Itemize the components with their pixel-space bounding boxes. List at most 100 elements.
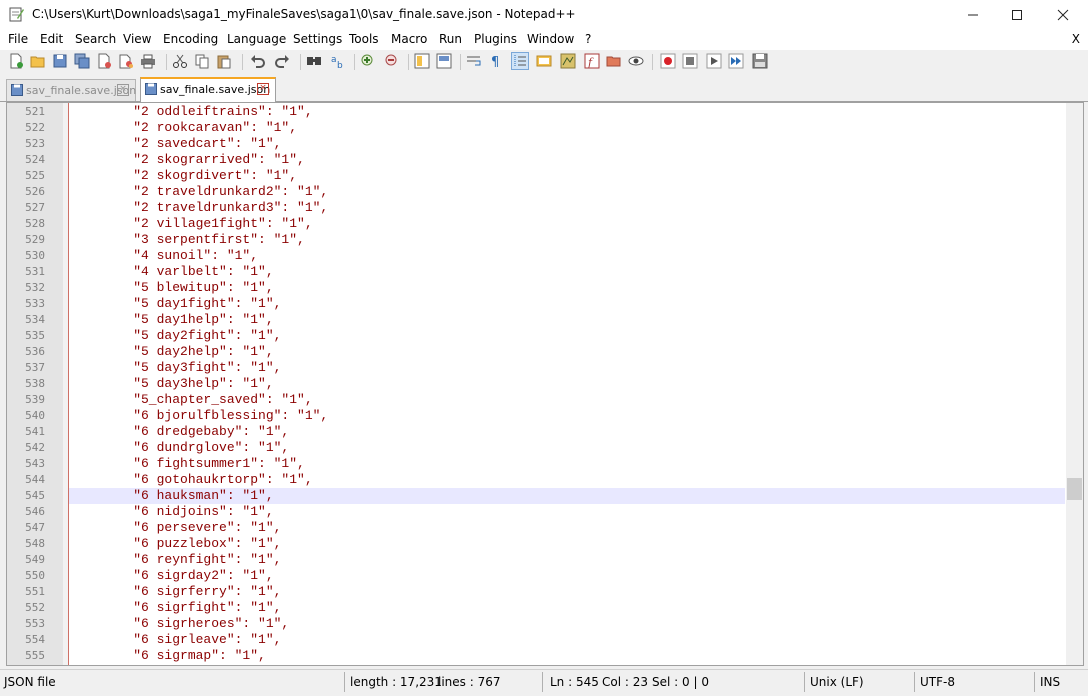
close-window-button[interactable] bbox=[1040, 0, 1086, 30]
code-line[interactable]: "6 nidjoins": "1", bbox=[69, 504, 1065, 520]
menu-tools[interactable]: Tools bbox=[349, 32, 379, 46]
folder-as-workspace-icon[interactable] bbox=[606, 53, 622, 69]
sync-horizontal-icon[interactable] bbox=[436, 53, 452, 69]
menu-window[interactable]: Window bbox=[527, 32, 574, 46]
code-line[interactable]: "6 reynfight": "1", bbox=[69, 552, 1065, 568]
code-line[interactable]: "3 serpentfirst": "1", bbox=[69, 232, 1065, 248]
code-line[interactable]: "6 sigrmap": "1", bbox=[69, 648, 1065, 664]
code-line[interactable]: "5 day2fight": "1", bbox=[69, 328, 1065, 344]
code-line[interactable]: "5 day2help": "1", bbox=[69, 344, 1065, 360]
menu-search[interactable]: Search bbox=[75, 32, 116, 46]
line-number: 527 bbox=[25, 201, 45, 214]
code-line[interactable]: "6 puzzlebox": "1", bbox=[69, 536, 1065, 552]
close-document-x[interactable]: X bbox=[1072, 32, 1080, 46]
tab-file-2-active[interactable]: sav_finale.save.json × bbox=[140, 77, 276, 103]
menu-plugins[interactable]: Plugins bbox=[474, 32, 517, 46]
code-line[interactable]: "2 rookcaravan": "1", bbox=[69, 120, 1065, 136]
code-line[interactable]: "5 day1help": "1", bbox=[69, 312, 1065, 328]
menu-settings[interactable]: Settings bbox=[293, 32, 342, 46]
code-line[interactable]: "2 skograrrived": "1", bbox=[69, 152, 1065, 168]
menu-edit[interactable]: Edit bbox=[40, 32, 63, 46]
zoom-in-icon[interactable] bbox=[360, 53, 376, 69]
code-line[interactable]: "6 sigrferry": "1", bbox=[69, 584, 1065, 600]
open-file-icon[interactable] bbox=[30, 53, 46, 69]
code-line[interactable]: "6 fightsummer1": "1", bbox=[69, 456, 1065, 472]
code-line[interactable]: "4 varlbelt": "1", bbox=[69, 264, 1065, 280]
line-number: 534 bbox=[25, 313, 45, 326]
cut-icon[interactable] bbox=[172, 53, 188, 69]
status-eol[interactable]: Unix (LF) bbox=[810, 675, 864, 689]
status-insert-mode[interactable]: INS bbox=[1040, 675, 1060, 689]
new-file-icon[interactable] bbox=[8, 53, 24, 69]
copy-icon[interactable] bbox=[194, 53, 210, 69]
menu-file[interactable]: File bbox=[8, 32, 28, 46]
maximize-button[interactable] bbox=[994, 0, 1040, 30]
code-line[interactable]: "2 traveldrunkard2": "1", bbox=[69, 184, 1065, 200]
code-line[interactable]: "5_chapter_saved": "1", bbox=[69, 392, 1065, 408]
menu-encoding[interactable]: Encoding bbox=[163, 32, 218, 46]
scroll-thumb[interactable] bbox=[1067, 478, 1082, 500]
code-text: "3 serpentfirst": "1", bbox=[102, 232, 305, 247]
code-line[interactable]: "5 day1fight": "1", bbox=[69, 296, 1065, 312]
line-number: 525 bbox=[25, 169, 45, 182]
menu-run[interactable]: Run bbox=[439, 32, 462, 46]
document-map-icon[interactable] bbox=[560, 53, 576, 69]
zoom-out-icon[interactable] bbox=[384, 53, 400, 69]
code-line[interactable]: "2 skogrdivert": "1", bbox=[69, 168, 1065, 184]
line-number: 535 bbox=[25, 329, 45, 342]
save-all-icon[interactable] bbox=[74, 53, 90, 69]
current-code-line[interactable]: "6 hauksman": "1", bbox=[69, 488, 1065, 504]
print-icon[interactable] bbox=[140, 53, 156, 69]
word-wrap-icon[interactable] bbox=[466, 53, 482, 69]
code-line[interactable]: "6 gotohaukrtorp": "1", bbox=[69, 472, 1065, 488]
function-list-icon[interactable]: f bbox=[584, 53, 600, 69]
vertical-scrollbar[interactable] bbox=[1066, 103, 1083, 665]
menu-macro[interactable]: Macro bbox=[391, 32, 427, 46]
minimize-button[interactable] bbox=[950, 0, 996, 30]
play-macro-icon[interactable] bbox=[706, 53, 722, 69]
indent-guide-icon[interactable] bbox=[511, 52, 529, 70]
paste-icon[interactable] bbox=[216, 53, 232, 69]
redo-icon[interactable] bbox=[274, 53, 290, 69]
editor-pane[interactable]: 521 522 523 524 525 526 527 528 529 530 531 532 533 5… bbox=[6, 102, 1084, 666]
code-line[interactable]: "6 persevere": "1", bbox=[69, 520, 1065, 536]
close-file-icon[interactable] bbox=[96, 53, 112, 69]
code-line[interactable]: "6 sigrheroes": "1", bbox=[69, 616, 1065, 632]
close-all-icon[interactable] bbox=[118, 53, 134, 69]
code-line[interactable]: "5 blewitup": "1", bbox=[69, 280, 1065, 296]
replace-icon[interactable]: ab bbox=[330, 53, 346, 69]
tab-file-1[interactable]: sav_finale.save.json × bbox=[6, 79, 136, 101]
code-line[interactable]: "5 day3fight": "1", bbox=[69, 360, 1065, 376]
save-macro-icon[interactable] bbox=[752, 53, 768, 69]
monitoring-icon[interactable] bbox=[628, 53, 644, 69]
code-line[interactable]: "4 sunoil": "1", bbox=[69, 248, 1065, 264]
undo-icon[interactable] bbox=[250, 53, 266, 69]
code-line[interactable]: "6 sigrfight": "1", bbox=[69, 600, 1065, 616]
user-defined-language-icon[interactable] bbox=[536, 53, 552, 69]
code-line[interactable]: "5 day3help": "1", bbox=[69, 376, 1065, 392]
code-line[interactable]: "6 dredgebaby": "1", bbox=[69, 424, 1065, 440]
show-all-chars-icon[interactable]: ¶ bbox=[488, 53, 504, 69]
svg-text:b: b bbox=[337, 61, 343, 69]
menu-language[interactable]: Language bbox=[227, 32, 286, 46]
record-macro-icon[interactable] bbox=[660, 53, 676, 69]
find-icon[interactable] bbox=[306, 53, 322, 69]
stop-macro-icon[interactable] bbox=[682, 53, 698, 69]
code-line[interactable]: "6 dundrglove": "1", bbox=[69, 440, 1065, 456]
code-line[interactable]: "6 bjorulfblessing": "1", bbox=[69, 408, 1065, 424]
code-line[interactable]: "2 oddleiftrains": "1", bbox=[69, 104, 1065, 120]
run-macro-multiple-icon[interactable] bbox=[728, 53, 744, 69]
code-line[interactable]: "2 savedcart": "1", bbox=[69, 136, 1065, 152]
code-line[interactable]: "6 sigrday2": "1", bbox=[69, 568, 1065, 584]
status-encoding[interactable]: UTF-8 bbox=[920, 675, 955, 689]
sync-vertical-icon[interactable] bbox=[414, 53, 430, 69]
tab-close-icon[interactable]: × bbox=[117, 84, 129, 96]
menu-help[interactable]: ? bbox=[585, 32, 591, 46]
code-line[interactable]: "2 village1fight": "1", bbox=[69, 216, 1065, 232]
code-line[interactable]: "6 sigrleave": "1", bbox=[69, 632, 1065, 648]
save-icon[interactable] bbox=[52, 53, 68, 69]
code-line[interactable]: "2 traveldrunkard3": "1", bbox=[69, 200, 1065, 216]
menu-view[interactable]: View bbox=[123, 32, 151, 46]
status-length: length : 17,231 bbox=[350, 675, 442, 689]
tab-close-icon[interactable]: × bbox=[257, 83, 269, 95]
